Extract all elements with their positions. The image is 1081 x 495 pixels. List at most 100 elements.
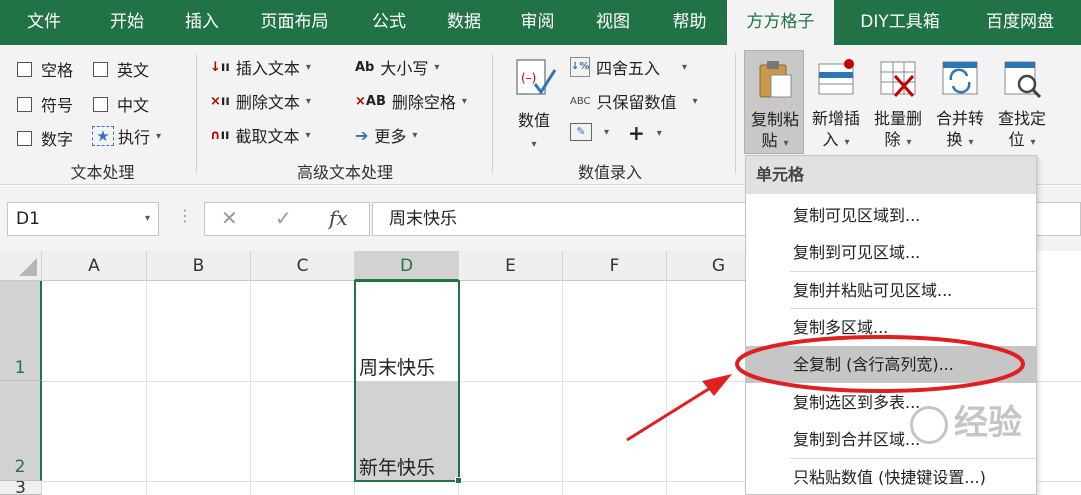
- ribbon-tab-bar: 文件 开始 插入 页面布局 公式 数据 审阅 视图 帮助 方方格子 DIY工具箱…: [0, 0, 1081, 45]
- function-icon[interactable]: fx: [329, 206, 348, 230]
- find-locate-label: 查找定 位 ▾: [997, 109, 1046, 149]
- drag-handle-icon[interactable]: ⋮: [177, 206, 193, 225]
- chevron-down-icon: ▾: [412, 129, 418, 141]
- merge-convert-button[interactable]: 合并转 换 ▾: [930, 50, 990, 154]
- find-locate-button[interactable]: 查找定 位 ▾: [992, 50, 1052, 154]
- abc-icon: ABC: [570, 95, 591, 107]
- checkbox-english[interactable]: 英文: [93, 57, 149, 81]
- grid-line: [562, 281, 563, 495]
- menu-item-copy-to-visible[interactable]: 复制到可见区域...: [746, 234, 1036, 271]
- cell-d1[interactable]: 周末快乐: [359, 353, 435, 380]
- column-header-d[interactable]: D: [355, 251, 459, 281]
- plus-button[interactable]: + ▾: [628, 121, 662, 145]
- remove-space-button[interactable]: ×AB 删除空格 ▾: [355, 89, 467, 113]
- edit-button[interactable]: ✎ ▾: [570, 123, 609, 141]
- extract-text-button[interactable]: ∩ıı 截取文本 ▾: [210, 123, 311, 147]
- tab-fangfang[interactable]: 方方格子: [727, 0, 834, 45]
- chevron-down-icon: ▾: [682, 61, 688, 73]
- checkbox-symbol[interactable]: 符号: [17, 92, 73, 116]
- formula-buttons: ✕ ✓ fx: [204, 202, 370, 236]
- tab-view[interactable]: 视图: [574, 0, 652, 45]
- tab-review[interactable]: 审阅: [501, 0, 574, 45]
- tab-diy-toolbox[interactable]: DIY工具箱: [834, 0, 966, 45]
- case-label: 大小写: [380, 59, 429, 78]
- checkbox-icon: [17, 130, 32, 146]
- plus-icon: +: [628, 121, 645, 145]
- column-header-e[interactable]: E: [459, 251, 563, 281]
- group-divider: [196, 53, 197, 173]
- name-box-value: D1: [16, 209, 40, 229]
- tab-home[interactable]: 开始: [88, 0, 166, 45]
- grid-line: [666, 281, 667, 495]
- round-button[interactable]: ↓% 四舍五入 ▾: [570, 55, 687, 79]
- delete-text-button[interactable]: ×ıı 删除文本 ▾: [210, 89, 311, 113]
- tab-file[interactable]: 文件: [0, 0, 88, 45]
- chevron-down-icon: ▾: [604, 126, 610, 138]
- column-header-c[interactable]: C: [251, 251, 355, 281]
- batch-delete-button[interactable]: 批量删 除 ▾: [868, 50, 928, 154]
- group-label-text: 文本处理: [70, 163, 135, 182]
- add-insert-button[interactable]: 新增插 入 ▾: [806, 50, 866, 154]
- round-label: 四舍五入: [596, 59, 661, 78]
- merge-convert-icon: [942, 61, 978, 95]
- chevron-down-icon: ▾: [305, 129, 311, 141]
- number-format-icon: (–): [516, 59, 557, 95]
- more-button[interactable]: ➔ 更多 ▾: [355, 123, 417, 147]
- clipboard-icon: [759, 61, 792, 98]
- add-insert-label: 新增插 入 ▾: [811, 109, 860, 149]
- confirm-icon[interactable]: ✓: [275, 206, 292, 230]
- checkbox-icon: [93, 61, 108, 77]
- grid-line: [146, 281, 147, 495]
- row-header-3[interactable]: 3: [0, 481, 42, 495]
- chevron-down-icon: ▾: [692, 95, 698, 107]
- execute-button[interactable]: ★ 执行 ▾: [92, 124, 161, 148]
- menu-item-copy-multi-range[interactable]: 复制多区域...: [746, 309, 1036, 346]
- checkbox-icon: [17, 61, 32, 77]
- menu-item-copy-paste-visible[interactable]: 复制并粘贴可见区域...: [746, 272, 1036, 309]
- checkbox-number[interactable]: 数字: [17, 126, 73, 150]
- chevron-down-icon: ▾: [906, 137, 912, 148]
- insert-text-button[interactable]: ↓ıı 插入文本 ▾: [210, 55, 311, 79]
- tab-data[interactable]: 数据: [427, 0, 501, 45]
- chevron-down-icon: ▾: [156, 130, 162, 142]
- copy-paste-button[interactable]: 复制粘 贴 ▾: [744, 50, 804, 154]
- round-icon: ↓%: [570, 57, 590, 77]
- tab-page-layout[interactable]: 页面布局: [238, 0, 351, 45]
- tab-help[interactable]: 帮助: [652, 0, 727, 45]
- watermark-text: 经验: [954, 403, 1022, 443]
- group-label-adv-text: 高级文本处理: [296, 163, 393, 182]
- menu-item-full-copy[interactable]: 全复制 (含行高列宽)...: [746, 346, 1036, 383]
- checkbox-space[interactable]: 空格: [17, 57, 73, 81]
- keep-numbers-button[interactable]: ABC 只保留数值 ▾: [570, 89, 698, 113]
- checkbox-label: 中文: [117, 96, 150, 115]
- menu-item-copy-visible-to[interactable]: 复制可见区域到...: [746, 197, 1036, 234]
- chevron-down-icon: ▾: [656, 127, 662, 139]
- case-button[interactable]: Ab 大小写 ▾: [355, 55, 439, 79]
- select-all-corner[interactable]: [0, 251, 42, 281]
- tab-formulas[interactable]: 公式: [351, 0, 427, 45]
- fill-handle[interactable]: [455, 477, 462, 484]
- chevron-down-icon: ▾: [144, 213, 150, 224]
- tab-insert[interactable]: 插入: [166, 0, 238, 45]
- delete-text-label: 删除文本: [235, 93, 300, 112]
- chevron-down-icon: ▾: [305, 61, 311, 73]
- checkbox-label: 数字: [41, 130, 74, 149]
- remove-space-icon: ×AB: [355, 93, 386, 109]
- column-header-a[interactable]: A: [42, 251, 147, 281]
- column-header-b[interactable]: B: [147, 251, 251, 281]
- column-header-f[interactable]: F: [563, 251, 667, 281]
- row-header-2[interactable]: 2: [0, 381, 42, 481]
- menu-header: 单元格: [746, 156, 1036, 194]
- number-button[interactable]: (–) 数值 ▾: [505, 50, 563, 154]
- cancel-icon[interactable]: ✕: [221, 206, 238, 230]
- svg-text:(–): (–): [521, 71, 536, 85]
- edit-chart-icon: ✎: [570, 123, 592, 141]
- tab-baidu-pan[interactable]: 百度网盘: [966, 0, 1074, 45]
- checkbox-chinese[interactable]: 中文: [93, 92, 149, 116]
- menu-item-paste-values-only[interactable]: 只粘贴数值 (快捷键设置...): [746, 459, 1036, 495]
- row-header-1[interactable]: 1: [0, 281, 42, 381]
- grid-line: [250, 281, 251, 495]
- name-box[interactable]: D1 ▾: [7, 202, 159, 236]
- cell-d2[interactable]: 新年快乐: [359, 453, 435, 480]
- checkbox-label: 符号: [41, 96, 74, 115]
